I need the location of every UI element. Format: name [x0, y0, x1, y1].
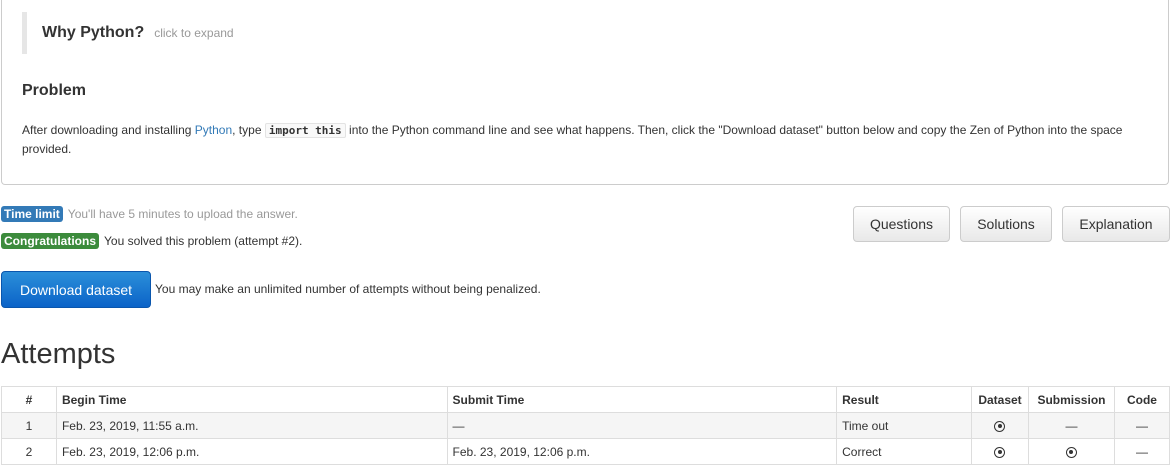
congratulations-row: Congratulations You solved this problem …	[1, 233, 302, 249]
why-python-title[interactable]: Why Python?	[42, 24, 144, 42]
header-submit-time: Submit Time	[446, 386, 838, 413]
table-header-row: # Begin Time Submit Time Result Dataset …	[1, 386, 1171, 413]
row-number: 2	[1, 438, 57, 465]
table-row: 2 Feb. 23, 2019, 12:06 p.m. Feb. 23, 201…	[1, 438, 1171, 465]
why-python-expander[interactable]: Why Python? click to expand	[22, 12, 322, 54]
header-begin-time: Begin Time	[55, 386, 448, 413]
questions-button[interactable]: Questions	[853, 206, 950, 242]
header-code: Code	[1113, 386, 1171, 413]
row-submission	[1027, 438, 1115, 465]
import-this-code: import this	[264, 123, 346, 138]
problem-panel: Why Python? click to expand Problem Afte…	[1, 0, 1169, 185]
row-dataset	[971, 412, 1029, 439]
explanation-button[interactable]: Explanation	[1062, 206, 1170, 242]
row-result: Correct	[836, 438, 972, 465]
problem-statement: After downloading and installing Python,…	[22, 121, 1157, 158]
table-row: 1 Feb. 23, 2019, 11:55 a.m. — Time out —…	[1, 412, 1171, 439]
attempts-table: # Begin Time Submit Time Result Dataset …	[1, 386, 1171, 465]
row-submit-time: Feb. 23, 2019, 12:06 p.m.	[446, 438, 838, 465]
row-dataset	[971, 438, 1029, 465]
header-dataset: Dataset	[971, 386, 1029, 413]
download-icon[interactable]	[994, 420, 1006, 432]
problem-text-1: After downloading and installing	[22, 123, 195, 137]
row-number: 1	[1, 412, 57, 439]
row-code: —	[1113, 412, 1171, 439]
attempts-title: Attempts	[1, 338, 116, 370]
python-link[interactable]: Python	[195, 123, 232, 137]
download-icon[interactable]	[994, 446, 1006, 458]
download-dataset-button[interactable]: Download dataset	[1, 271, 151, 308]
header-submission: Submission	[1027, 386, 1115, 413]
time-limit-text: You'll have 5 minutes to upload the answ…	[67, 207, 298, 221]
header-result: Result	[836, 386, 972, 413]
why-python-hint[interactable]: click to expand	[154, 26, 233, 40]
row-result: Time out	[836, 412, 972, 439]
problem-title: Problem	[22, 82, 87, 99]
download-icon[interactable]	[1065, 446, 1077, 458]
row-submit-time: —	[446, 412, 838, 439]
time-limit-badge: Time limit	[1, 206, 63, 222]
congratulations-badge: Congratulations	[1, 233, 99, 249]
header-number: #	[1, 386, 57, 413]
row-submission: —	[1027, 412, 1115, 439]
download-note: You may make an unlimited number of atte…	[155, 282, 541, 296]
row-begin-time: Feb. 23, 2019, 12:06 p.m.	[55, 438, 448, 465]
congratulations-text: You solved this problem (attempt #2).	[104, 234, 303, 248]
row-begin-time: Feb. 23, 2019, 11:55 a.m.	[55, 412, 448, 439]
solutions-button[interactable]: Solutions	[960, 206, 1052, 242]
row-code: —	[1113, 438, 1171, 465]
time-limit-row: Time limit You'll have 5 minutes to uplo…	[1, 206, 298, 222]
problem-text-2: , type	[232, 123, 265, 137]
